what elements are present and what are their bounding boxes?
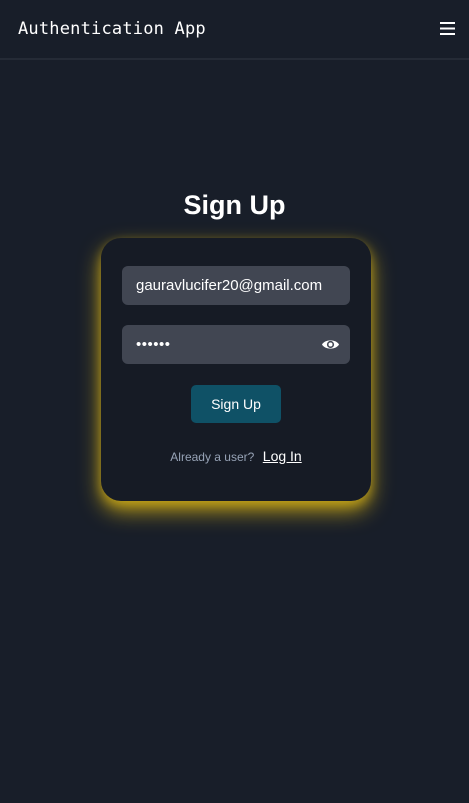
- top-navbar: Authentication App: [0, 0, 469, 60]
- page-title: Sign Up: [183, 190, 286, 220]
- app-title: Authentication App: [18, 19, 206, 39]
- email-field[interactable]: gauravlucifer20@gmail.com: [122, 266, 350, 305]
- login-row: Already a user? Log In: [101, 448, 371, 466]
- password-value: ••••••: [136, 336, 171, 353]
- sign-up-button[interactable]: Sign Up: [191, 385, 281, 423]
- email-value: gauravlucifer20@gmail.com: [136, 277, 323, 294]
- login-prompt: Already a user?: [170, 450, 255, 464]
- password-field[interactable]: ••••••: [122, 325, 350, 364]
- signup-card: gauravlucifer20@gmail.com •••••• Sign Up…: [101, 238, 371, 501]
- hamburger-menu-icon[interactable]: [440, 21, 455, 36]
- eye-icon[interactable]: [321, 336, 340, 353]
- login-link[interactable]: Log In: [263, 448, 302, 464]
